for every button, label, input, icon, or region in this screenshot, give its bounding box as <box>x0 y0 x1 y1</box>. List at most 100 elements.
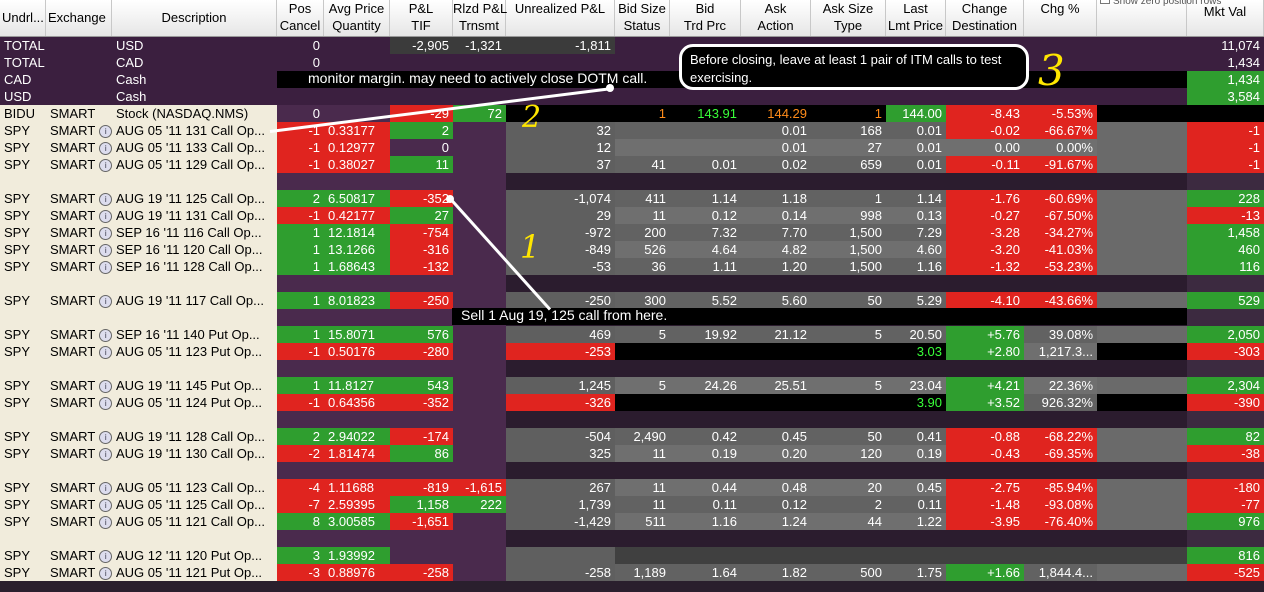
cell-ask <box>741 88 811 105</box>
cell-bid: 0.44 <box>670 479 741 496</box>
cell-pos: 2 <box>277 190 324 207</box>
info-icon[interactable]: i <box>99 346 112 360</box>
info-icon[interactable]: i <box>99 210 112 224</box>
header-pnl[interactable]: P&L TIF <box>390 0 453 36</box>
cell-rlzd <box>453 343 506 360</box>
table-row[interactable]: SPY SMART i AUG 19 '11 128 Call Op... 2 2.940… <box>0 428 1264 445</box>
info-icon[interactable]: i <box>99 567 112 581</box>
header-desc[interactable]: Description <box>112 0 277 36</box>
cell-pos: 1 <box>277 224 324 241</box>
info-icon[interactable]: i <box>99 380 112 394</box>
header-rlzd[interactable]: Rlzd P&L Trnsmt <box>453 0 507 36</box>
table-row[interactable]: SPY SMART i AUG 05 '11 121 Put Op... -3 0.889… <box>0 564 1264 581</box>
cell-ask: 25.51 <box>741 377 811 394</box>
header-chg[interactable]: Change Destination <box>946 0 1024 36</box>
cell-gap <box>1097 173 1187 190</box>
cell-avg <box>324 54 390 71</box>
info-icon[interactable]: i <box>99 550 112 564</box>
cell-chg: -3.28 <box>946 224 1024 241</box>
cell-unr: 325 <box>506 445 615 462</box>
table-row[interactable]: SPY SMART i AUG 19 '11 130 Call Op... -2 1.81… <box>0 445 1264 462</box>
info-icon[interactable]: i <box>99 125 112 139</box>
cell-pos <box>277 173 324 190</box>
header-bidsz[interactable]: Bid Size Status <box>615 0 670 36</box>
cell-pnl: -250 <box>390 292 453 309</box>
header-sublabel: Destination <box>951 18 1018 33</box>
table-row[interactable]: SPY SMART i AUG 05 '11 123 Put Op... -1 0.501… <box>0 343 1264 360</box>
info-icon[interactable]: i <box>99 159 112 173</box>
exchange-label: SMART <box>50 497 96 512</box>
table-row[interactable]: SPY SMART i AUG 05 '11 129 Call Op... -1 0.38… <box>0 156 1264 173</box>
exchange-label: SMART <box>50 344 96 359</box>
cell-last: 23.04 <box>886 377 946 394</box>
cell-pos <box>277 309 324 326</box>
cell-mkt <box>1187 309 1264 326</box>
cell-chgp: -60.69% <box>1024 190 1097 207</box>
cell-pnl <box>390 309 453 326</box>
info-icon[interactable]: i <box>99 482 112 496</box>
cell-chg <box>946 173 1024 190</box>
cell-chgp: -34.27% <box>1024 224 1097 241</box>
header-last[interactable]: Last Lmt Price <box>886 0 946 36</box>
cell-asksz: 5 <box>811 377 886 394</box>
info-icon[interactable]: i <box>99 244 112 258</box>
cell-avg: 12.1814 <box>324 224 390 241</box>
table-row[interactable]: SPY SMART i AUG 05 '11 133 Call Op... -1 0.12… <box>0 139 1264 156</box>
info-icon[interactable]: i <box>99 516 112 530</box>
info-icon[interactable]: i <box>99 431 112 445</box>
table-row[interactable]: SPY SMART i AUG 12 '11 120 Put Op... 3 1.9399… <box>0 547 1264 564</box>
info-icon[interactable]: i <box>99 499 112 513</box>
row-spacer <box>0 173 1264 190</box>
cell-asksz: 1,500 <box>811 224 886 241</box>
table-row[interactable]: SPY SMART i AUG 19 '11 145 Put Op... 1 11.812… <box>0 377 1264 394</box>
info-icon[interactable]: i <box>99 448 112 462</box>
info-icon[interactable]: i <box>99 227 112 241</box>
table-row[interactable]: SPY SMART i SEP 16 '11 116 Call Op... 1 12.18… <box>0 224 1264 241</box>
cell-chgp: 1,844.4... <box>1024 564 1097 581</box>
cell-gap <box>1097 139 1187 156</box>
table-row[interactable]: USD Cash 3,584 <box>0 88 1264 105</box>
cell-exch: SMART i <box>46 394 112 411</box>
header-asksz[interactable]: Ask Size Type <box>811 0 886 36</box>
cell-ask <box>741 411 811 428</box>
info-icon[interactable]: i <box>99 295 112 309</box>
cell-bid: 5.52 <box>670 292 741 309</box>
info-icon[interactable]: i <box>99 397 112 411</box>
table-row[interactable]: SPY SMART i SEP 16 '11 120 Call Op... 1 13.12… <box>0 241 1264 258</box>
header-unr[interactable]: Unrealized P&L <box>506 0 615 36</box>
checkbox-icon[interactable] <box>1100 0 1110 4</box>
header-pos[interactable]: Pos Cancel <box>277 0 324 36</box>
table-row[interactable]: TOTAL USD 0 -2,905 -1,321 -1,811 11,074 <box>0 37 1264 54</box>
info-icon[interactable]: i <box>99 329 112 343</box>
cell-undrl <box>0 275 46 292</box>
cell-undrl: SPY <box>0 394 46 411</box>
cell-ask: 7.70 <box>741 224 811 241</box>
table-row[interactable]: SPY SMART i AUG 19 '11 131 Call Op... -1 0.42… <box>0 207 1264 224</box>
show-zero-checkbox[interactable]: Show zero position rows <box>1100 0 1221 7</box>
table-row[interactable]: SPY SMART i AUG 05 '11 123 Call Op... -4 1.11… <box>0 479 1264 496</box>
header-chgp[interactable]: Chg % <box>1024 0 1097 36</box>
cell-desc: Cash <box>112 71 277 88</box>
table-row[interactable]: SPY SMART i AUG 05 '11 121 Call Op... 8 3.005… <box>0 513 1264 530</box>
info-icon[interactable]: i <box>99 261 112 275</box>
header-ask[interactable]: Ask Action <box>741 0 811 36</box>
info-icon[interactable]: i <box>99 142 112 156</box>
exchange-label: SMART <box>50 157 96 172</box>
cell-asksz: 44 <box>811 513 886 530</box>
table-row[interactable]: SPY SMART i SEP 16 '11 140 Put Op... 1 15.807… <box>0 326 1264 343</box>
info-icon[interactable]: i <box>99 193 112 207</box>
cell-pos: 1 <box>277 258 324 275</box>
header-exch[interactable]: Exchange <box>46 0 112 36</box>
table-row[interactable]: SPY SMART i SEP 16 '11 128 Call Op... 1 1.686… <box>0 258 1264 275</box>
header-bid[interactable]: Bid Trd Prc <box>670 0 741 36</box>
header-undrl[interactable]: Undrl... <box>0 0 46 36</box>
cell-exch: SMART i <box>46 292 112 309</box>
table-row[interactable]: SPY SMART i AUG 05 '11 125 Call Op... -7 2.59… <box>0 496 1264 513</box>
table-row[interactable]: BIDU SMART Stock (NASDAQ.NMS) 0 -29 72 1 143.91… <box>0 105 1264 122</box>
table-row[interactable]: TOTAL CAD 0 1,434 <box>0 54 1264 71</box>
table-row[interactable]: SPY SMART i AUG 05 '11 131 Call Op... -1 0.33… <box>0 122 1264 139</box>
table-row[interactable]: SPY SMART i AUG 05 '11 124 Put Op... -1 0.643… <box>0 394 1264 411</box>
cell-rlzd <box>453 258 506 275</box>
table-row[interactable]: SPY SMART i AUG 19 '11 125 Call Op... 2 6.508… <box>0 190 1264 207</box>
header-avg[interactable]: Avg Price Quantity <box>324 0 390 36</box>
